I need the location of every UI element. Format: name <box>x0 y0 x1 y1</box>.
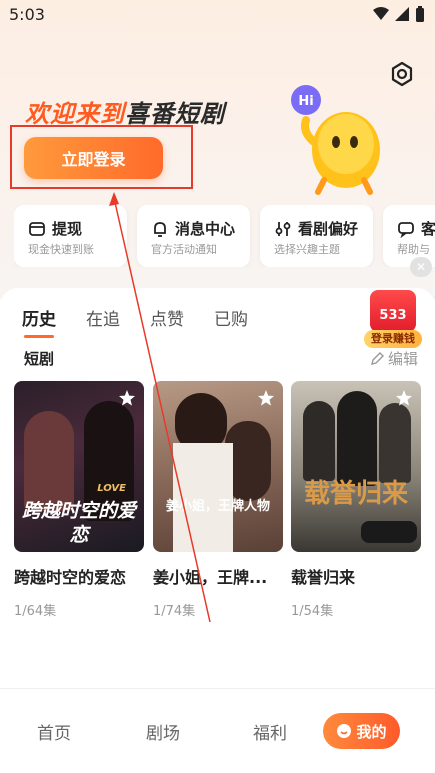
shortcut-row: 提现 现金快速到账 消息中心 官方活动通知 看剧偏好 选择兴趣主题 客 帮助与 <box>14 205 435 267</box>
battery-icon <box>416 6 424 22</box>
star-icon[interactable] <box>257 389 275 407</box>
poster-car <box>361 521 417 543</box>
edit-label: 编辑 <box>388 350 419 368</box>
drama-episodes: 1/54集 <box>291 604 334 619</box>
nav-welfare[interactable]: 福利 <box>253 719 287 744</box>
mascot-bubble-text: Hi <box>298 94 313 109</box>
tab-purchased[interactable]: 已购 <box>214 305 248 330</box>
drama-poster: 载誉归来 <box>291 381 421 552</box>
drama-card[interactable]: 姜小姐，王牌人物 姜小姐，王牌... 1/74集 <box>153 381 283 619</box>
signal-icon <box>395 7 409 21</box>
poster-figure <box>337 391 377 486</box>
poster-title-text: 载誉归来 <box>303 479 408 509</box>
drama-title: 姜小姐，王牌... <box>153 568 268 587</box>
poster-small-text: LOVE <box>97 483 126 494</box>
mascot-illustration: Hi <box>291 85 380 195</box>
reward-count: 533 <box>379 308 407 323</box>
section-title: 短剧 <box>24 350 55 368</box>
nav-home[interactable]: 首页 <box>37 719 71 744</box>
drama-title: 载誉归来 <box>291 568 356 587</box>
star-icon[interactable] <box>118 389 136 407</box>
shortcut-title: 提现 <box>52 220 83 238</box>
tab-liked[interactable]: 点赞 <box>150 305 184 330</box>
poster-figure <box>24 411 74 511</box>
status-time: 5:03 <box>9 5 45 24</box>
welcome-accent-text: 欢迎来到 <box>25 100 125 128</box>
star-icon[interactable] <box>395 389 413 407</box>
shortcut-title: 看剧偏好 <box>298 220 359 238</box>
tab-history[interactable]: 历史 <box>22 305 56 338</box>
shortcut-subtitle: 选择兴趣主题 <box>274 243 340 256</box>
nav-mine-label: 我的 <box>356 722 387 741</box>
shortcut-subtitle: 官方活动通知 <box>151 243 217 256</box>
service-icon <box>398 222 414 238</box>
shortcut-title: 消息中心 <box>175 220 236 238</box>
shortcut-messages[interactable]: 消息中心 官方活动通知 <box>137 205 250 267</box>
shortcut-preferences[interactable]: 看剧偏好 选择兴趣主题 <box>260 205 373 267</box>
status-icons <box>373 6 425 22</box>
smile-icon <box>337 724 352 738</box>
bell-icon <box>154 222 166 237</box>
close-icon[interactable]: ✕ <box>410 257 432 277</box>
drama-card[interactable]: LOVE 跨越时空的爱恋 跨越时空的爱恋 1/64集 <box>14 381 144 619</box>
drama-poster: LOVE 跨越时空的爱恋 <box>14 381 144 552</box>
tab-following[interactable]: 在追 <box>86 305 120 330</box>
welcome-title: 欢迎来到喜番短剧 <box>25 94 225 129</box>
bottom-nav: 首页 剧场 福利 我的 <box>0 688 435 773</box>
wifi-icon <box>373 7 389 20</box>
poster-figure <box>303 401 335 481</box>
wallet-icon <box>29 222 45 236</box>
poster-figure <box>379 403 411 483</box>
history-tabs: 历史 在追 点赞 已购 <box>22 305 248 338</box>
shortcut-subtitle: 帮助与 <box>397 243 430 256</box>
preference-icon <box>275 222 291 236</box>
nav-theater[interactable]: 剧场 <box>146 719 180 744</box>
shortcut-title: 客 <box>421 220 435 238</box>
poster-title-text: 跨越时空的爱恋 <box>21 500 136 546</box>
drama-title: 跨越时空的爱恋 <box>14 568 127 587</box>
drama-episodes: 1/64集 <box>14 604 57 619</box>
edit-button[interactable]: 编辑 <box>370 348 418 369</box>
login-reward-widget[interactable]: 533 登录赚钱 <box>364 290 422 352</box>
login-button[interactable]: 立即登录 <box>24 137 163 179</box>
drama-episodes: 1/74集 <box>153 604 196 619</box>
app-name-text: 喜番短剧 <box>125 100 225 128</box>
shortcut-subtitle: 现金快速到账 <box>28 243 94 256</box>
reward-label: 登录赚钱 <box>364 330 422 348</box>
shortcut-withdraw[interactable]: 提现 现金快速到账 <box>14 205 127 267</box>
drama-card[interactable]: 载誉归来 载誉归来 1/54集 <box>291 381 421 619</box>
nav-mine[interactable]: 我的 <box>323 713 400 749</box>
pencil-icon <box>371 351 384 365</box>
poster-title-text: 姜小姐，王牌人物 <box>165 499 270 514</box>
status-bar: 5:03 <box>0 0 435 32</box>
drama-poster: 姜小姐，王牌人物 <box>153 381 283 552</box>
